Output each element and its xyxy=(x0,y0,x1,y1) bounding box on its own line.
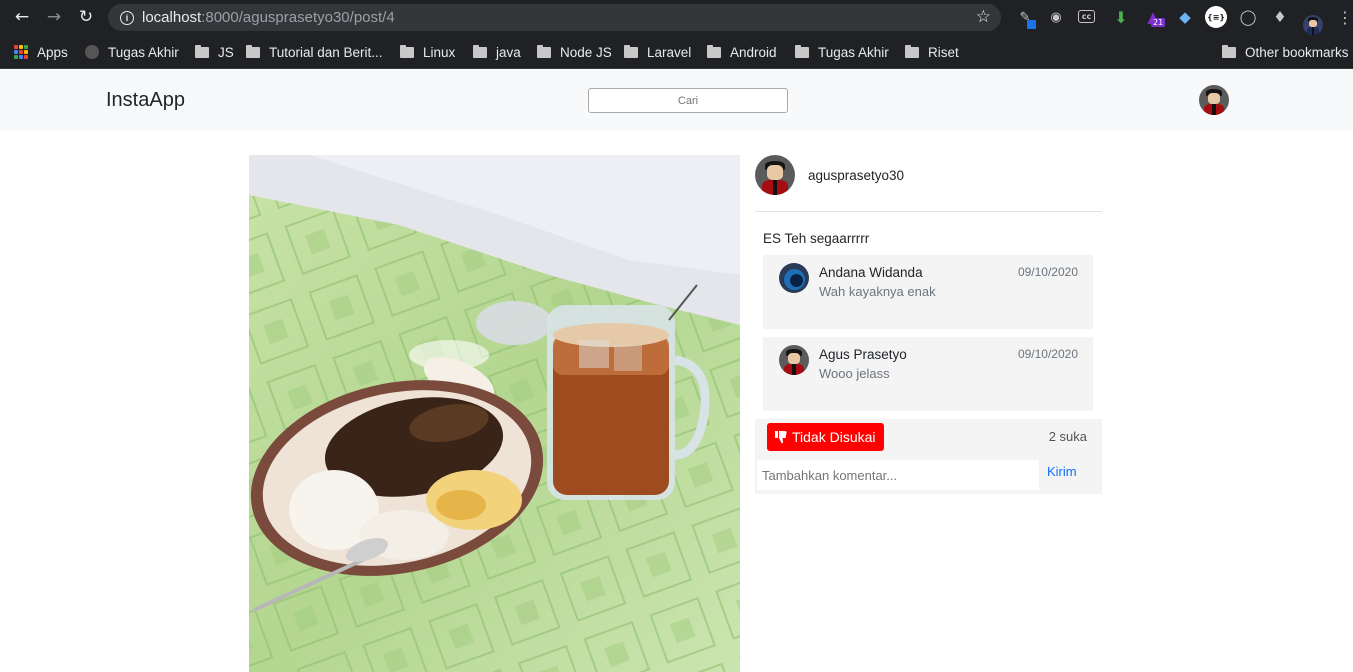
send-comment-button[interactable]: Kirim xyxy=(1047,464,1077,479)
diamond-extension-icon[interactable]: ◆ xyxy=(1176,8,1194,26)
user-avatar[interactable] xyxy=(1199,85,1229,115)
star-icon[interactable]: ☆ xyxy=(976,7,991,27)
extension-badge: 21 xyxy=(1151,18,1166,27)
comment-item: Andana Widanda Wah kayaknya enak 09/10/2… xyxy=(763,255,1093,329)
json-extension-icon[interactable]: {≡} xyxy=(1205,6,1227,28)
author-avatar[interactable] xyxy=(755,155,795,195)
address-bar[interactable]: i localhost:8000/agusprasetyo30/post/4 ☆ xyxy=(108,4,1001,31)
commenter-name[interactable]: Agus Prasetyo xyxy=(819,347,907,362)
reload-icon[interactable]: ↻ xyxy=(75,6,97,28)
folder-icon xyxy=(195,44,209,58)
globe-extension-icon[interactable]: ◯ xyxy=(1239,8,1257,26)
info-icon[interactable]: i xyxy=(120,10,134,25)
commenter-avatar[interactable] xyxy=(779,263,809,293)
comment-input[interactable] xyxy=(757,460,1039,490)
post-photo xyxy=(249,155,740,672)
post-header: agusprasetyo30 xyxy=(755,155,1102,212)
bookmark-laravel[interactable]: Laravel xyxy=(624,43,691,61)
puzzle-extension-icon[interactable]: ♦ xyxy=(1271,8,1289,26)
commenter-name[interactable]: Andana Widanda xyxy=(819,265,923,280)
camera-extension-icon[interactable]: ◉ xyxy=(1047,8,1065,26)
search-input[interactable] xyxy=(588,88,788,113)
apps-grid-icon xyxy=(14,45,28,59)
folder-icon xyxy=(624,44,638,58)
url-text[interactable]: localhost:8000/agusprasetyo30/post/4 xyxy=(142,9,395,26)
comment-item: Agus Prasetyo Wooo jelass 09/10/2020 xyxy=(763,337,1093,411)
bookmark-tugas-akhir-2[interactable]: Tugas Akhir xyxy=(795,43,889,61)
likes-count: 2 suka xyxy=(1048,429,1087,444)
bookmark-android[interactable]: Android xyxy=(707,43,777,61)
bookmark-tutorial[interactable]: Tutorial dan Berit... xyxy=(246,43,383,61)
bookmark-linux[interactable]: Linux xyxy=(400,43,455,61)
unlike-button[interactable]: Tidak Disukai xyxy=(767,423,884,451)
unlike-label: Tidak Disukai xyxy=(792,429,876,445)
bookmark-js[interactable]: JS xyxy=(195,43,234,61)
pen-extension-icon[interactable]: ✎ xyxy=(1016,8,1036,29)
app-navbar: InstaApp xyxy=(0,69,1353,130)
forward-arrow-icon[interactable]: → xyxy=(43,6,65,28)
folder-icon xyxy=(795,44,809,58)
profile-avatar-icon[interactable] xyxy=(1303,14,1323,35)
comment-text: Wooo jelass xyxy=(819,366,890,381)
comment-date: 09/10/2020 xyxy=(1017,347,1078,361)
bookmark-tugas-akhir[interactable]: Tugas Akhir xyxy=(85,43,179,61)
folder-icon xyxy=(473,44,487,58)
brand-logo[interactable]: InstaApp xyxy=(106,89,185,112)
folder-icon xyxy=(1222,44,1236,58)
commenter-avatar[interactable] xyxy=(779,345,809,375)
author-username[interactable]: agusprasetyo30 xyxy=(808,168,904,183)
folder-icon xyxy=(400,44,414,58)
comment-text: Wah kayaknya enak xyxy=(819,284,936,299)
github-icon xyxy=(85,45,99,59)
download-extension-icon[interactable]: ⬇ xyxy=(1112,8,1130,27)
back-arrow-icon[interactable]: ← xyxy=(11,6,33,28)
bookmark-other[interactable]: Other bookmarks xyxy=(1222,43,1349,61)
bookmark-riset[interactable]: Riset xyxy=(905,43,959,61)
folder-icon xyxy=(246,44,260,58)
comment-date: 09/10/2020 xyxy=(1017,265,1078,279)
graduation-extension-icon[interactable]: ▲ 21 xyxy=(1144,8,1166,27)
food-photo-image xyxy=(249,155,740,672)
post-caption: ES Teh segaarrrrr xyxy=(763,231,870,246)
bookmark-apps[interactable]: Apps xyxy=(14,43,68,61)
folder-icon xyxy=(707,44,721,58)
folder-icon xyxy=(905,44,919,58)
folder-icon xyxy=(537,44,551,58)
bookmark-nodejs[interactable]: Node JS xyxy=(537,43,612,61)
bookmarks-bar: Apps Tugas Akhir JS Tutorial dan Berit..… xyxy=(0,35,1353,69)
post-actions: Tidak Disukai 2 suka Kirim xyxy=(755,419,1102,494)
browser-toolbar: ← → ↻ i localhost:8000/agusprasetyo30/po… xyxy=(0,0,1353,35)
cc-extension-icon[interactable]: cc xyxy=(1078,10,1095,23)
thumbs-down-icon xyxy=(775,430,787,443)
bookmark-java[interactable]: java xyxy=(473,43,521,61)
menu-dots-icon[interactable]: ⋮ xyxy=(1336,8,1353,27)
